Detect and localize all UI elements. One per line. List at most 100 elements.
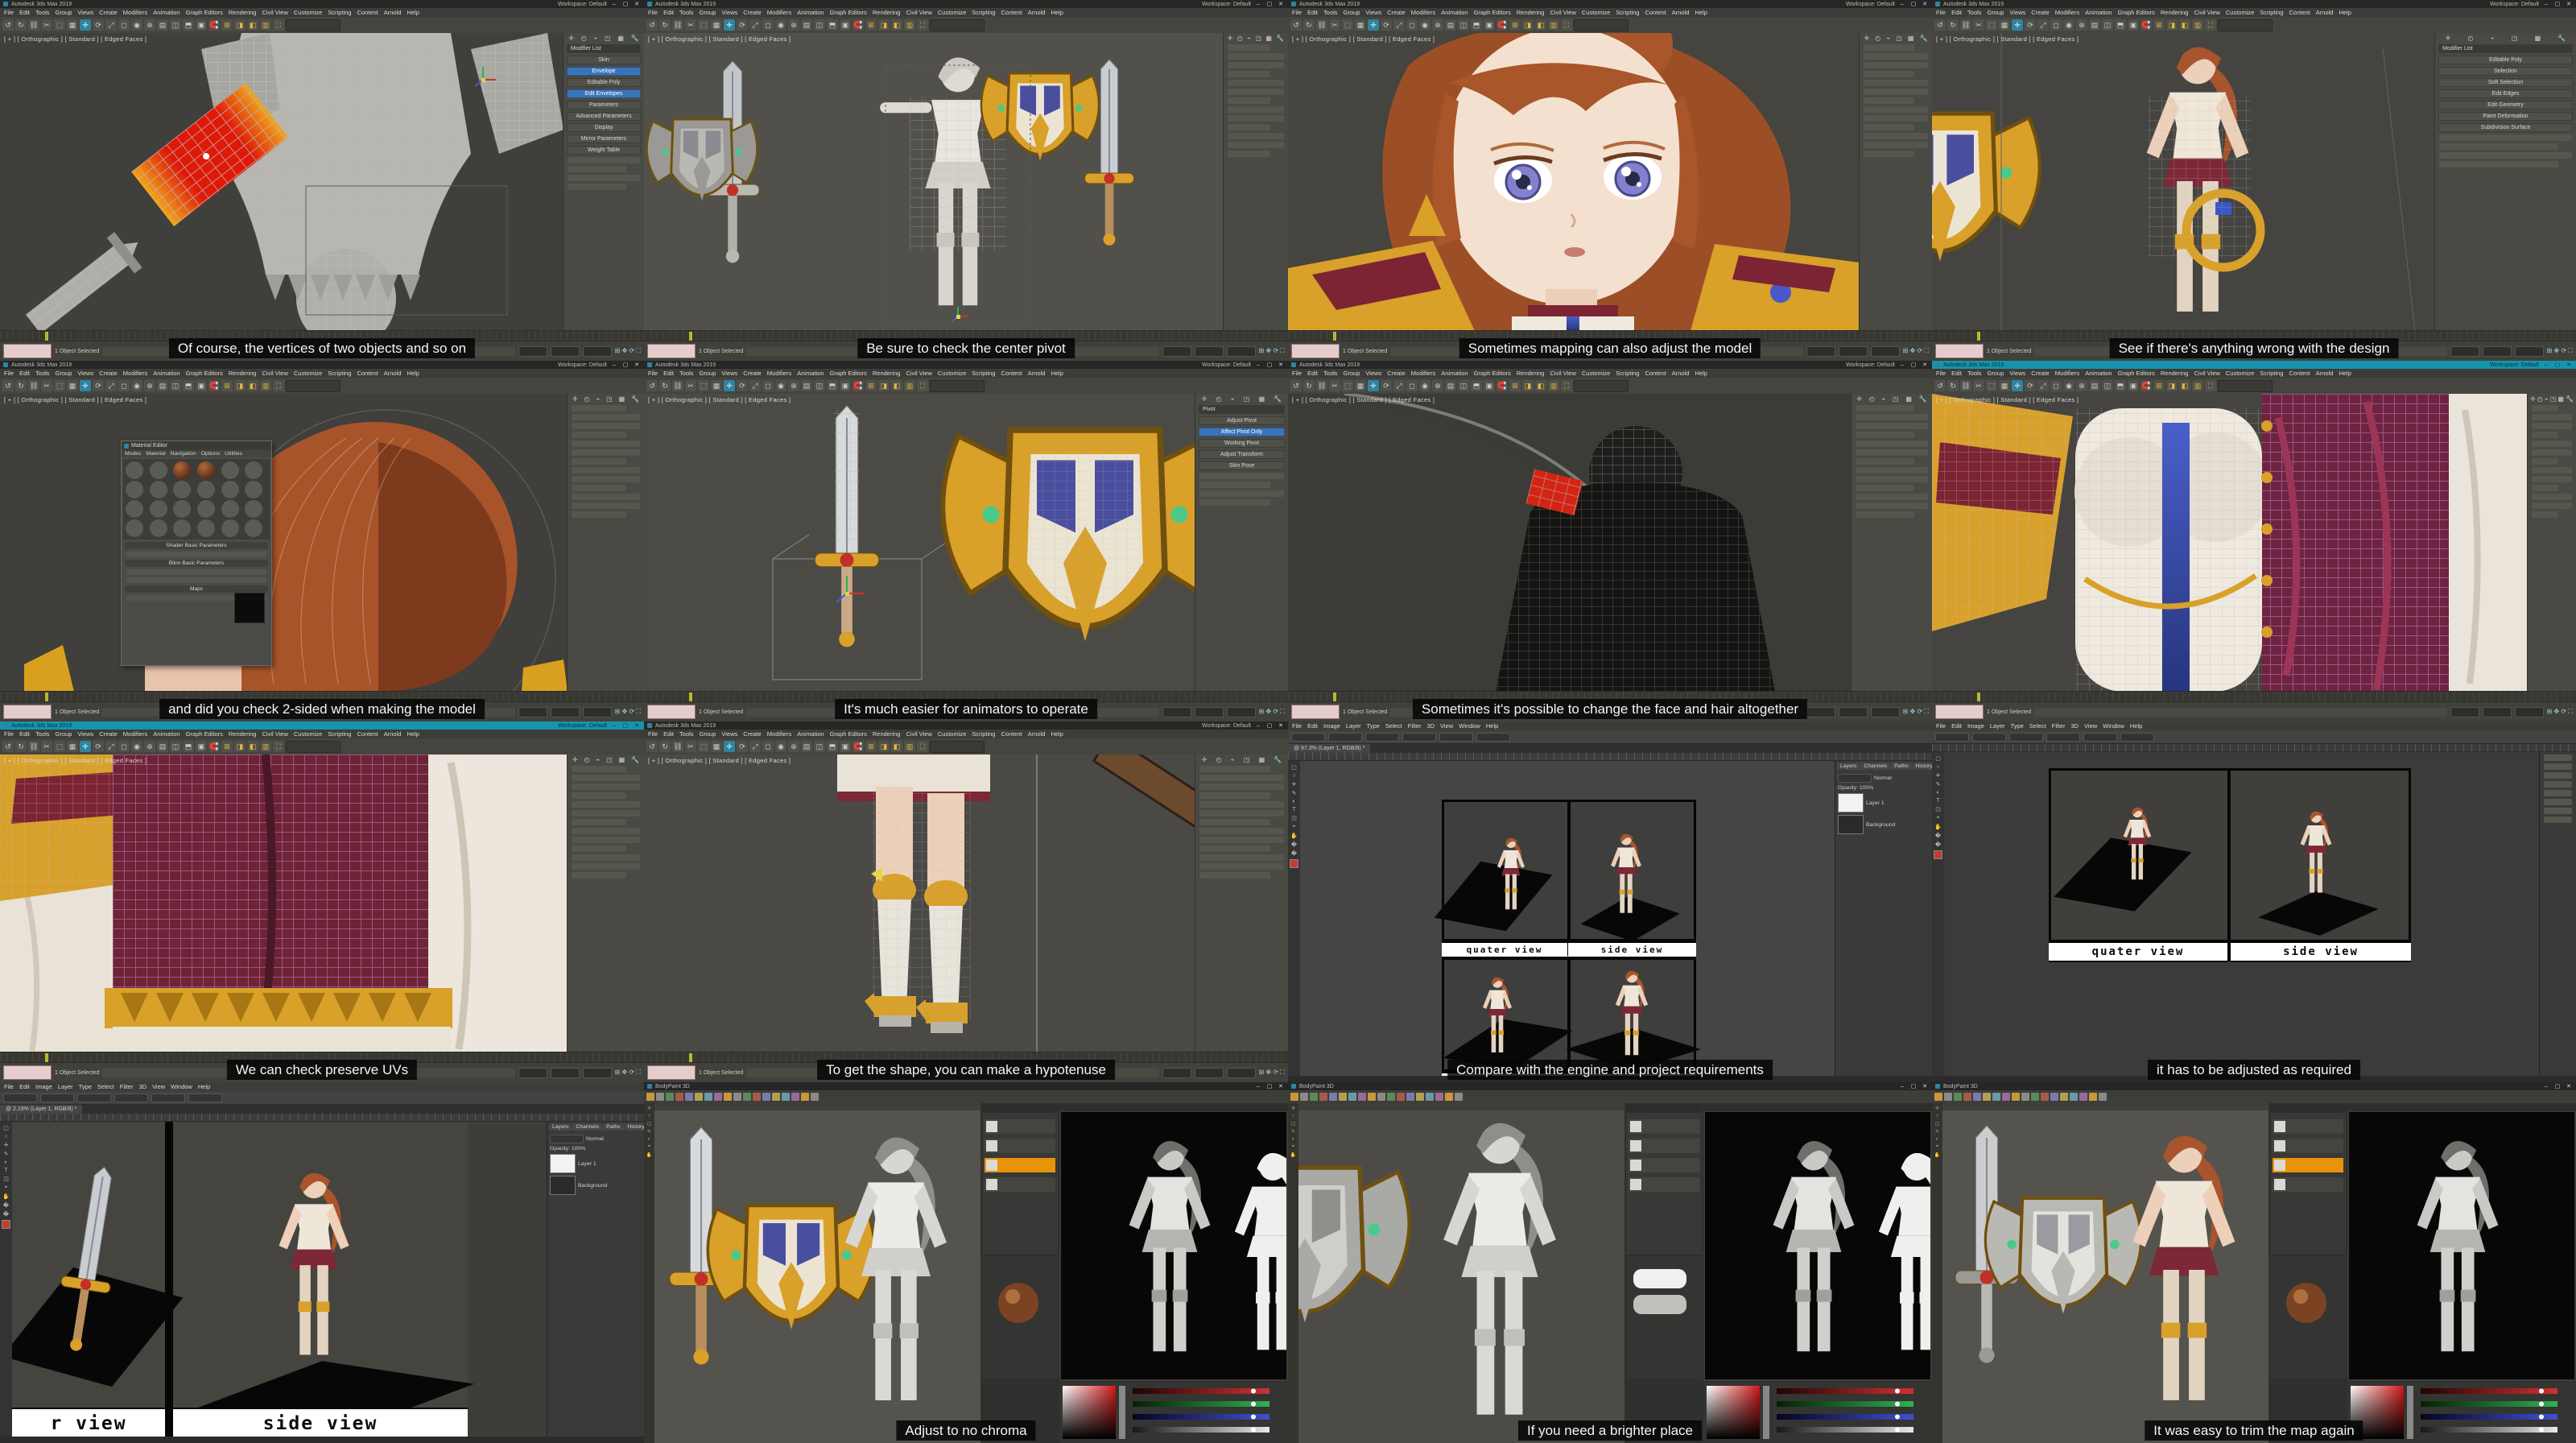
toolbar-icon-0[interactable] <box>1934 1093 1942 1101</box>
viewport-nav-icons[interactable]: ⊞ ✥ ⟳ ⛶ <box>615 708 641 716</box>
tool-icon-5[interactable]: ⌖ <box>1292 1144 1294 1150</box>
timeline-slider[interactable] <box>1333 693 1336 701</box>
toolbar-icon-5[interactable]: ▦ <box>1999 19 2010 31</box>
selection-set-dropdown[interactable] <box>2218 380 2273 392</box>
menu-item-rendering[interactable]: Rendering <box>1517 9 1545 16</box>
tool-icon-3[interactable]: ✎ <box>647 1129 651 1135</box>
timeline-slider[interactable] <box>45 693 48 701</box>
toolbar-icon-15[interactable] <box>2079 1093 2087 1101</box>
menu-item-arnold[interactable]: Arnold <box>384 730 402 738</box>
panel-tab-icon-1[interactable]: ◴ <box>1216 756 1222 763</box>
command-panel-tabs[interactable]: ✛◴⌁◳▦🔧 <box>1225 35 1286 42</box>
viewport[interactable]: [ + ] [ Orthographic ] [ Standard ] [ Ed… <box>644 33 1224 331</box>
tool-icon-9[interactable]: � <box>1935 833 1941 839</box>
coord-x-field[interactable] <box>518 1068 547 1078</box>
menu-item-edit[interactable]: Edit <box>1307 722 1318 730</box>
panel-tab-icon-4[interactable]: ▦ <box>619 756 625 763</box>
menu-item-graph-editors[interactable]: Graph Editors <box>830 9 867 16</box>
panel-tab-history[interactable]: History <box>1913 763 1932 770</box>
menu-item-customize[interactable]: Customize <box>294 730 322 738</box>
tool-icon-4[interactable]: ◐ <box>1292 1137 1295 1142</box>
viewport[interactable]: [ + ] [ Orthographic ] [ Standard ] [ Ed… <box>1288 33 1860 331</box>
toolbar-icon-10[interactable] <box>2031 1093 2039 1101</box>
close-icon[interactable]: ✕ <box>2565 1 2573 7</box>
toolbar-icon-20[interactable]: ▥ <box>2192 380 2203 391</box>
toolbar-icon-6[interactable]: ✛ <box>1368 380 1379 391</box>
tool-icon-2[interactable]: ▢ <box>647 1121 652 1127</box>
toolbar-icon-17[interactable]: ⊞ <box>2153 380 2165 391</box>
toolbar-icon-5[interactable]: ▦ <box>711 19 722 31</box>
options-field[interactable] <box>2120 733 2154 742</box>
toolbar-icon-12[interactable] <box>1406 1093 1414 1101</box>
toolbar-icon-6[interactable]: ✛ <box>80 19 91 31</box>
viewport-nav-icons[interactable]: ⊞ ✥ ⟳ ⛶ <box>1259 708 1285 716</box>
toolbar-icon-1[interactable] <box>1944 1093 1952 1101</box>
menu-item-tools[interactable]: Tools <box>1967 9 1982 16</box>
timeline-slider[interactable] <box>45 1053 48 1062</box>
toolbar-icon-17[interactable]: ⊞ <box>2153 19 2165 31</box>
menu-item-civil-view[interactable]: Civil View <box>1550 370 1575 377</box>
command-panel-tabs[interactable]: ✛◴⌁◳▦🔧 <box>1197 756 1286 763</box>
window-titlebar[interactable]: Autodesk 3ds Max 2019Workspace: Default–… <box>0 722 644 730</box>
menu-item-customize[interactable]: Customize <box>294 370 322 377</box>
maximize-icon[interactable]: ▢ <box>1265 1 1274 7</box>
toolbar-icon-1[interactable] <box>1300 1093 1308 1101</box>
panel-tab-icon-3[interactable]: ◳ <box>605 35 611 42</box>
viewport[interactable]: [ + ] [ Orthographic ] [ Standard ] [ Ed… <box>1288 394 1852 692</box>
menu-item-content[interactable]: Content <box>1001 370 1022 377</box>
timeline-slider[interactable] <box>1333 332 1336 341</box>
tool-icon-5[interactable]: ⌖ <box>648 1144 650 1150</box>
toolbar-icon-9[interactable]: ◻ <box>762 380 774 391</box>
toolbar-icon-9[interactable]: ◻ <box>118 19 130 31</box>
maxscript-mini-listener[interactable] <box>647 705 696 719</box>
toolbar-icon-6[interactable] <box>1348 1093 1356 1101</box>
timeline-slider[interactable] <box>45 332 48 341</box>
window-titlebar[interactable]: BodyPaint 3D–▢✕ <box>1932 1082 2576 1090</box>
menu-item-window[interactable]: Window <box>2103 722 2124 730</box>
blend-mode-row[interactable]: Normal <box>550 1135 642 1143</box>
toolbar-icon-6[interactable]: ✛ <box>80 741 91 752</box>
close-icon[interactable]: ✕ <box>2565 1083 2573 1089</box>
toolbar-icon-19[interactable]: ◧ <box>891 380 902 391</box>
toolbar-icon-13[interactable]: ◫ <box>814 741 825 752</box>
toolbar-icon-10[interactable]: ◉ <box>775 19 786 31</box>
toolbar-icon-17[interactable]: ⊞ <box>221 380 233 391</box>
menu-item-layer[interactable]: Layer <box>1346 722 1361 730</box>
toolbar-icon-3[interactable]: ✂ <box>1973 380 1984 391</box>
menu-item-civil-view[interactable]: Civil View <box>2194 9 2219 16</box>
panel-tab-icon-2[interactable]: ⌁ <box>593 35 597 42</box>
menu-item-group[interactable]: Group <box>56 9 72 16</box>
viewport-label[interactable]: [ + ] [ Orthographic ] [ Standard ] [ Ed… <box>1292 396 1435 403</box>
viewport-label[interactable]: [ + ] [ Orthographic ] [ Standard ] [ Ed… <box>648 396 791 403</box>
window-titlebar[interactable]: Autodesk 3ds Max 2019Workspace: Default–… <box>1288 0 1932 8</box>
menu-item-civil-view[interactable]: Civil View <box>906 730 931 738</box>
panel-tab-paths[interactable]: Paths <box>603 1123 623 1131</box>
menu-item-views[interactable]: Views <box>77 9 93 16</box>
menu-item-modifiers[interactable]: Modifiers <box>767 370 791 377</box>
toolbar-icon-4[interactable] <box>1329 1093 1337 1101</box>
menu-item-graph-editors[interactable]: Graph Editors <box>1474 9 1511 16</box>
toolbar-icon-5[interactable]: ▦ <box>1999 380 2010 391</box>
viewport-nav-icons[interactable]: ⊞ ✥ ⟳ ⛶ <box>1259 1069 1285 1077</box>
menu-item-civil-view[interactable]: Civil View <box>262 9 287 16</box>
toolbar-icon-21[interactable]: ⛶ <box>273 380 284 391</box>
maximize-icon[interactable]: ▢ <box>2553 1 2562 7</box>
toolbar-icon-7[interactable]: ⟳ <box>93 19 104 31</box>
minimize-icon[interactable]: – <box>2542 362 2550 368</box>
toolbar-icon-9[interactable]: ◻ <box>118 741 130 752</box>
toolbar-icon-13[interactable]: ◫ <box>1458 380 1469 391</box>
toolbar-icon-17[interactable]: ⊞ <box>1509 19 1521 31</box>
command-panel-tabs[interactable]: ✛◴⌁◳▦🔧 <box>569 395 642 403</box>
toolbar-icon-17[interactable] <box>811 1093 819 1101</box>
toolbar-icon-3[interactable] <box>675 1093 683 1101</box>
rollout-maps[interactable]: Maps <box>125 585 268 593</box>
material-sphere[interactable] <box>245 481 262 498</box>
command-panel[interactable]: ✛◴⌁◳▦🔧 <box>1195 755 1288 1052</box>
coord-y-field[interactable] <box>551 707 580 717</box>
toolbar-icon-4[interactable]: ⬚ <box>698 380 709 391</box>
menu-item-type[interactable]: Type <box>2011 722 2024 730</box>
menu-item-tools[interactable]: Tools <box>35 370 50 377</box>
selection-set-dropdown[interactable] <box>2218 19 2273 31</box>
rollout-skin[interactable]: Skin <box>567 56 641 64</box>
toolbar-icon-9[interactable]: ◻ <box>1406 380 1418 391</box>
